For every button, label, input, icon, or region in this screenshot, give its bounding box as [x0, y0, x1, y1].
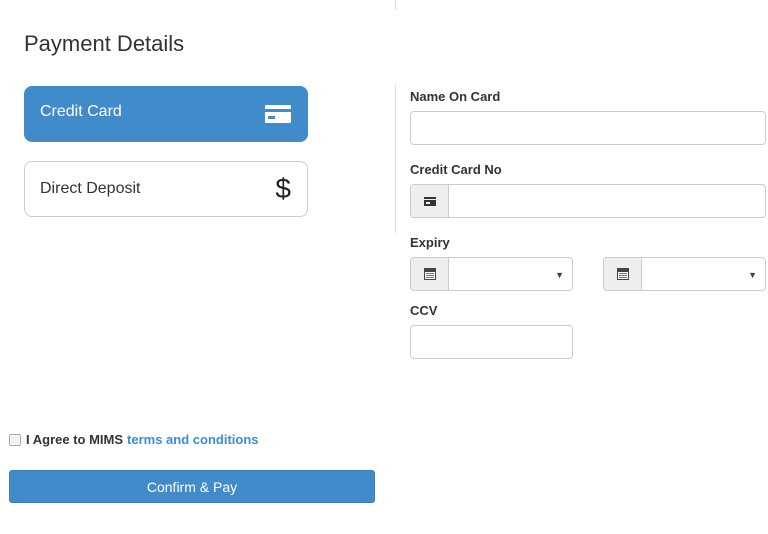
- expiry-year-addon: [604, 258, 642, 290]
- payment-method-credit-card[interactable]: Credit Card: [24, 86, 308, 142]
- agree-checkbox[interactable]: [9, 433, 21, 446]
- chevron-down-icon: ▼: [748, 270, 757, 280]
- expiry-month-group: ▼: [410, 257, 573, 291]
- calendar-icon: [616, 268, 629, 280]
- credit-card-icon: [265, 105, 291, 123]
- calendar-icon: [423, 268, 436, 280]
- expiry-label: Expiry: [410, 235, 450, 250]
- expiry-month-addon: [411, 258, 449, 290]
- page-title: Payment Details: [24, 31, 185, 56]
- card-number-label: Credit Card No: [410, 162, 502, 177]
- ccv-label: CCV: [410, 303, 438, 318]
- credit-card-icon: [423, 196, 436, 206]
- card-number-addon: [411, 185, 449, 217]
- agree-text: I Agree to MIMS: [26, 432, 124, 447]
- card-number-group: [410, 184, 766, 218]
- column-divider: [395, 85, 396, 233]
- payment-method-label: Credit Card: [40, 103, 122, 120]
- terms-link[interactable]: terms and conditions: [127, 432, 258, 447]
- name-on-card-label: Name On Card: [410, 89, 501, 104]
- card-number-input[interactable]: [449, 185, 765, 217]
- expiry-year-select[interactable]: ▼: [642, 258, 765, 290]
- expiry-month-select[interactable]: ▼: [449, 258, 572, 290]
- top-divider: [395, 0, 396, 10]
- payment-method-direct-deposit[interactable]: Direct Deposit $: [24, 161, 308, 217]
- agreement-row: I Agree to MIMS terms and conditions: [9, 432, 259, 447]
- name-on-card-input[interactable]: [410, 111, 766, 145]
- expiry-year-group: ▼: [603, 257, 766, 291]
- ccv-input[interactable]: [410, 325, 573, 359]
- chevron-down-icon: ▼: [555, 270, 564, 280]
- payment-method-label: Direct Deposit: [40, 180, 141, 197]
- confirm-pay-button[interactable]: Confirm & Pay: [9, 470, 375, 503]
- dollar-icon: $: [275, 173, 291, 204]
